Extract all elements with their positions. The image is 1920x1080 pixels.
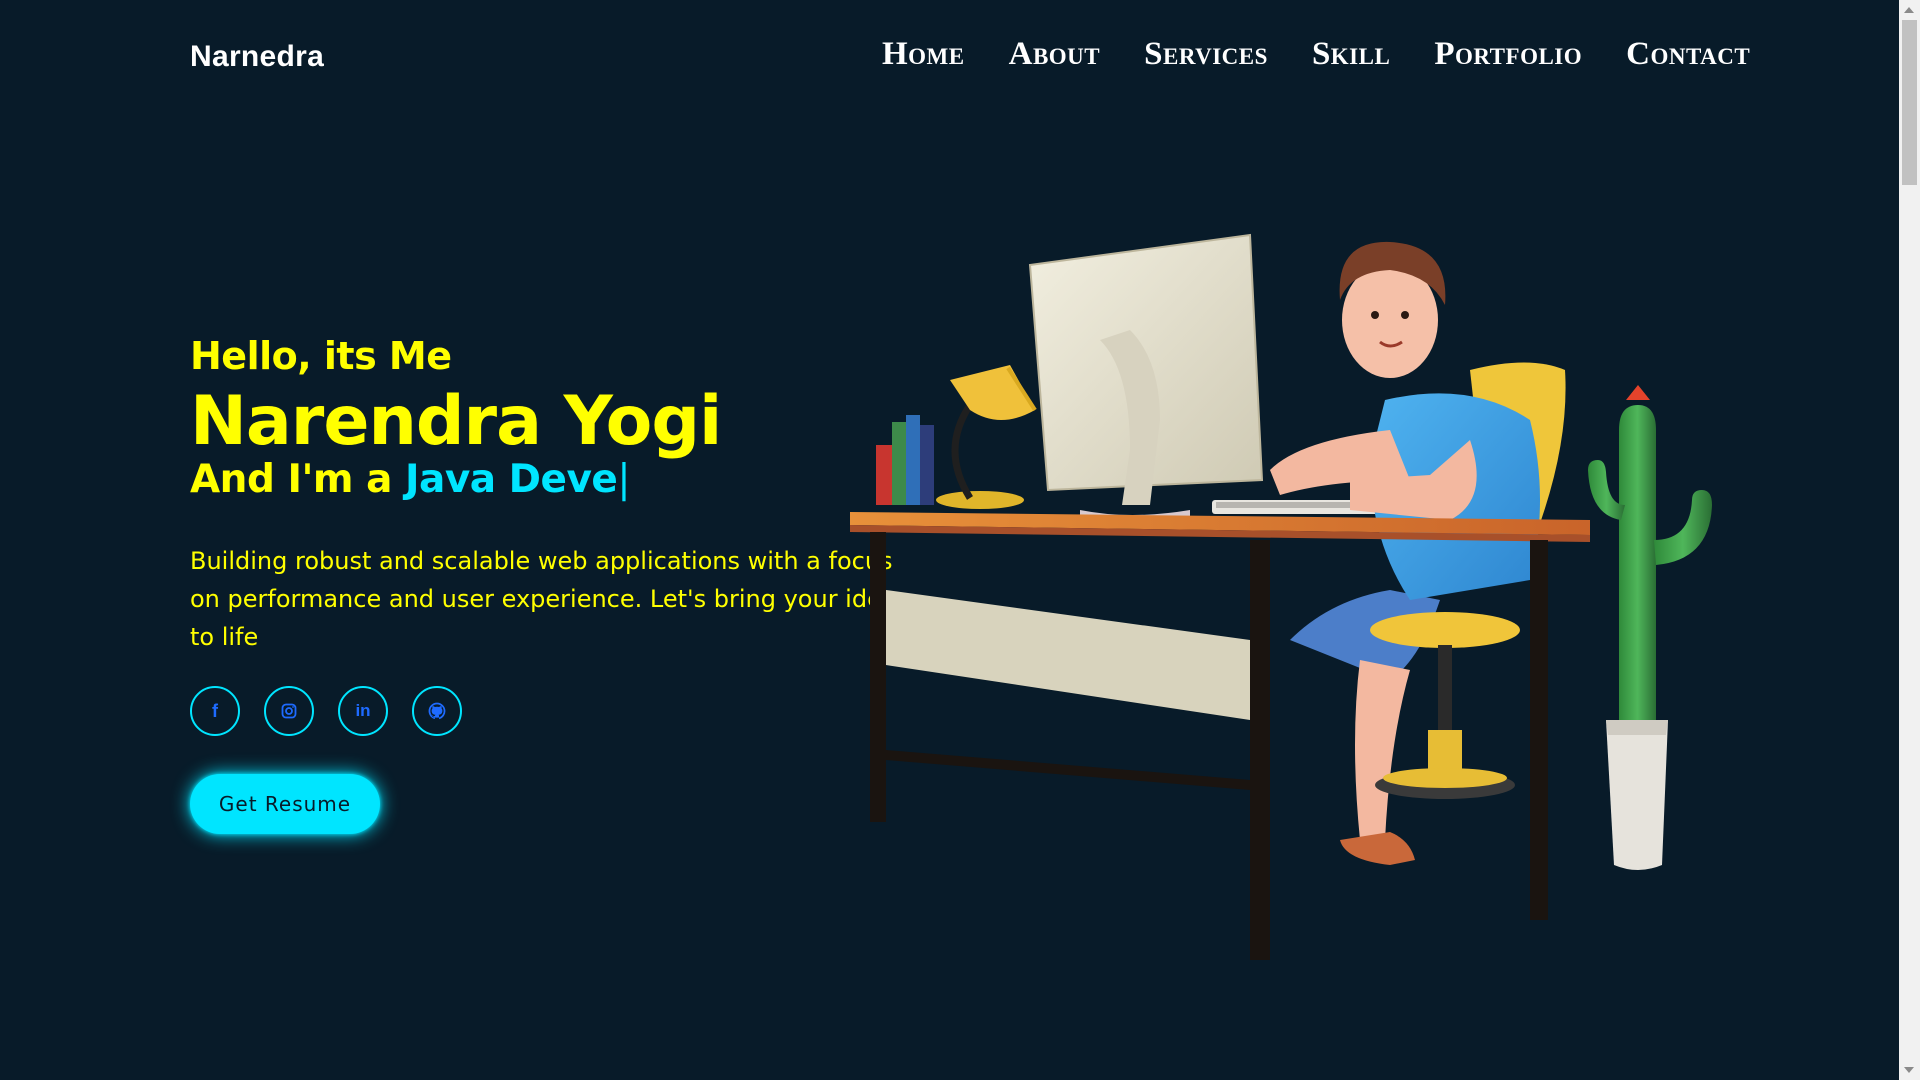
nav-portfolio[interactable]: Portfolio: [1434, 36, 1582, 73]
nav-contact[interactable]: Contact: [1626, 36, 1750, 73]
github-link[interactable]: [412, 686, 462, 736]
hero-name: Narendra Yogi: [190, 382, 722, 461]
scroll-down-icon[interactable]: [1904, 1067, 1914, 1073]
hero-greeting: Hello, its Me: [190, 334, 452, 378]
linkedin-link[interactable]: in: [338, 686, 388, 736]
get-resume-button[interactable]: Get Resume: [190, 774, 380, 834]
desk-lamp: [936, 365, 1037, 509]
role-prefix: And I'm a: [190, 457, 406, 503]
nav-home[interactable]: Home: [882, 36, 965, 73]
social-links: f in: [190, 686, 486, 736]
linkedin-icon: in: [355, 701, 371, 720]
scroll-thumb[interactable]: [1902, 20, 1917, 185]
cactus-plant: [1588, 385, 1712, 870]
hero-illustration: [850, 233, 1712, 960]
nav-about[interactable]: About: [1009, 36, 1101, 73]
nav-skill[interactable]: Skill: [1312, 36, 1390, 73]
instagram-link[interactable]: [264, 686, 314, 736]
instagram-icon: [281, 703, 297, 719]
hero-role: And I'm a Java Deve|: [190, 457, 910, 502]
role-typed-text: Java Deve: [405, 457, 618, 503]
page: Narnedra Home About Services Skill Portf…: [0, 0, 1920, 1080]
nav-services[interactable]: Services: [1144, 36, 1268, 73]
typing-cursor: |: [617, 457, 630, 503]
books: [876, 415, 934, 505]
main-nav: Home About Services Skill Portfolio Cont…: [882, 36, 1750, 73]
page-scrollbar[interactable]: [1899, 0, 1920, 1080]
facebook-link[interactable]: f: [190, 686, 240, 736]
hero-description: Building robust and scalable web applica…: [190, 547, 910, 652]
scroll-up-icon[interactable]: [1904, 7, 1914, 13]
github-icon: [428, 702, 446, 720]
site-logo[interactable]: Narnedra: [190, 40, 324, 74]
hero-text: Hello, its Me Narendra Yogi And I'm a Ja…: [190, 334, 910, 656]
facebook-icon: f: [212, 700, 218, 721]
computer-monitor: [1028, 233, 1264, 523]
